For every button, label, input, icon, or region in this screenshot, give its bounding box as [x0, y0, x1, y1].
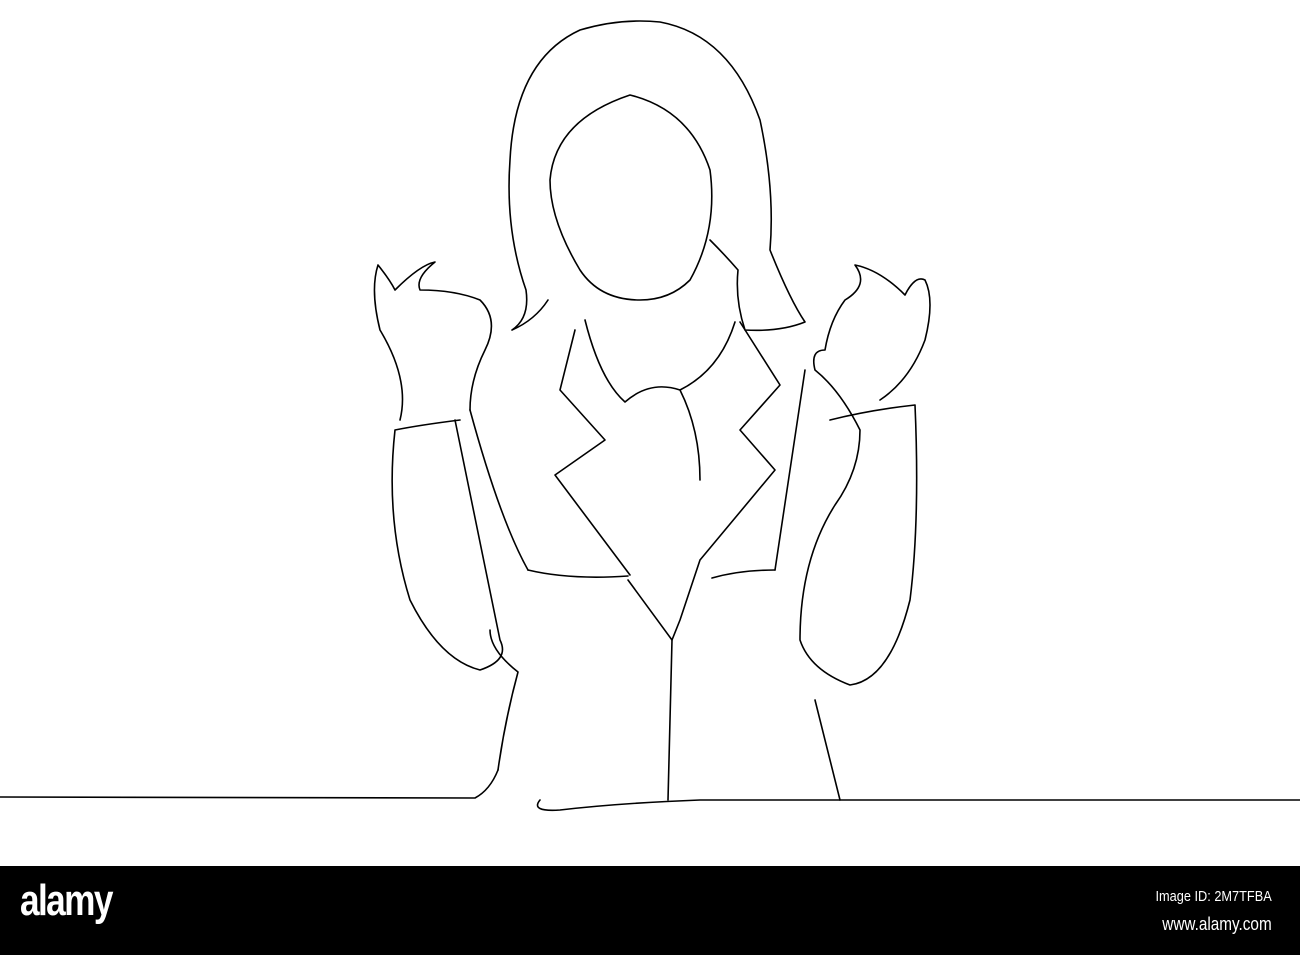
hair: [508, 20, 806, 332]
jacket-body: [489, 569, 841, 801]
alamy-logo: alamy: [20, 876, 113, 925]
jacket-lapels: [554, 321, 781, 641]
image-id: Image ID: 2M7TFBA: [1155, 888, 1272, 905]
torso-sides: [469, 369, 806, 571]
watermark-url: www.alamy.com: [1162, 914, 1272, 934]
watermark-bar: alamy Image ID: 2M7TFBA www.alamy.com: [0, 866, 1300, 955]
right-arm: [799, 264, 931, 686]
face: [549, 94, 713, 301]
ground-line: [0, 769, 1300, 812]
collar: [584, 319, 736, 481]
left-arm: [373, 261, 504, 671]
line-art-illustration: [0, 20, 1300, 812]
